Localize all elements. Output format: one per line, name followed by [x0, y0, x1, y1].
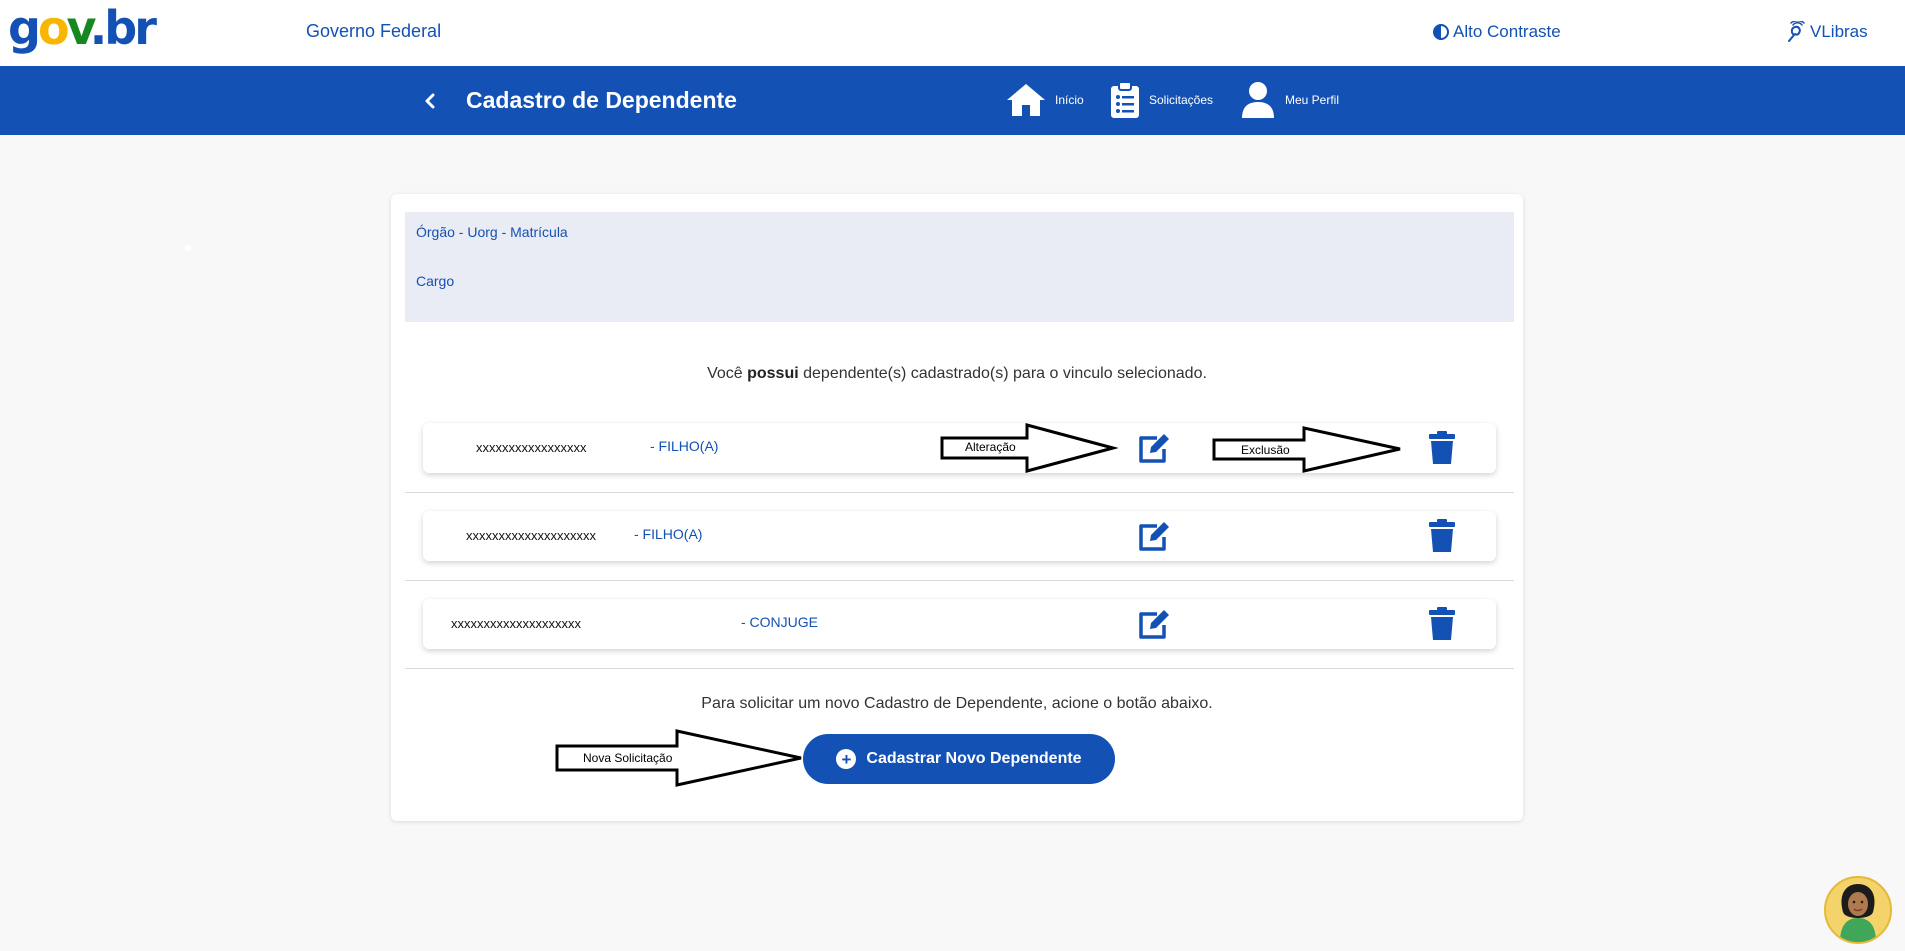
info-role-line: Cargo — [416, 273, 455, 289]
row-divider — [405, 492, 1514, 493]
delete-dependent-button[interactable] — [1423, 517, 1461, 555]
trash-icon — [1429, 607, 1455, 640]
govbr-logo[interactable]: gov.br — [8, 1, 157, 55]
edit-dependent-button[interactable] — [1135, 429, 1173, 467]
edit-dependent-button[interactable] — [1135, 605, 1173, 643]
dependent-relation: - FILHO(A) — [634, 526, 703, 542]
user-icon — [1242, 82, 1274, 118]
dependents-card: Órgão - Uorg - Matrícula Cargo Você poss… — [391, 194, 1523, 821]
home-icon — [1007, 84, 1045, 116]
high-contrast-toggle[interactable]: Alto Contraste — [1433, 22, 1561, 42]
site-name[interactable]: Governo Federal — [306, 21, 441, 42]
dependent-name: xxxxxxxxxxxxxxxxxxxx — [451, 616, 581, 631]
dependent-name: xxxxxxxxxxxxxxxxx — [476, 440, 587, 455]
dependent-row: xxxxxxxxxxxxxxxxxxxx - CONJUGE — [423, 599, 1496, 649]
dependent-relation: - FILHO(A) — [650, 438, 719, 454]
info-org-line: Órgão - Uorg - Matrícula — [416, 224, 568, 240]
edit-icon — [1139, 610, 1169, 639]
logo-letter-g: g — [8, 1, 41, 55]
contrast-icon — [1433, 24, 1449, 40]
message-bold: possui — [747, 365, 799, 382]
sign-language-icon — [1788, 21, 1805, 42]
employee-info-box: Órgão - Uorg - Matrícula Cargo — [405, 212, 1514, 322]
trash-icon — [1429, 519, 1455, 552]
back-button[interactable] — [420, 89, 440, 113]
vlibras-link[interactable]: VLibras — [1785, 21, 1868, 43]
annotation-edit-label: Alteração — [965, 440, 1016, 454]
high-contrast-label: Alto Contraste — [1453, 22, 1561, 41]
top-header: gov.br Governo Federal Alto Contraste VL… — [0, 0, 1905, 66]
nav-requests[interactable]: Solicitações — [1110, 80, 1213, 120]
clipboard-list-icon — [1111, 81, 1139, 118]
add-dependent-button[interactable]: + Cadastrar Novo Dependente — [803, 734, 1115, 784]
page-navbar: Cadastro de Dependente Início Solicitaçõ… — [0, 66, 1905, 135]
vlibras-label: VLibras — [1810, 22, 1868, 41]
vlibras-avatar-widget[interactable] — [1824, 876, 1892, 944]
delete-dependent-button[interactable] — [1423, 605, 1461, 643]
chevron-left-icon — [425, 93, 435, 109]
plus-circle-icon: + — [836, 749, 857, 769]
delete-dependent-button[interactable] — [1423, 429, 1461, 467]
nav-requests-label: Solicitações — [1149, 93, 1214, 107]
row-divider — [405, 580, 1514, 581]
annotation-delete-label: Exclusão — [1241, 443, 1290, 457]
edit-dependent-button[interactable] — [1135, 517, 1173, 555]
annotation-new-label: Nova Solicitação — [583, 751, 673, 765]
dependent-name: xxxxxxxxxxxxxxxxxxxx — [466, 528, 596, 543]
new-request-message: Para solicitar um novo Cadastro de Depen… — [701, 695, 1213, 712]
message-suffix: dependente(s) cadastrado(s) para o vincu… — [798, 365, 1207, 382]
nav-profile[interactable]: Meu Perfil — [1240, 80, 1339, 120]
row-divider — [405, 668, 1514, 669]
message-prefix: Você — [707, 365, 748, 382]
avatar-icon — [1840, 884, 1876, 942]
add-dependent-label: Cadastrar Novo Dependente — [866, 750, 1082, 767]
stray-mark — [185, 245, 191, 251]
dependent-relation: - CONJUGE — [741, 614, 818, 630]
trash-icon — [1429, 431, 1455, 464]
logo-dot: . — [89, 1, 108, 55]
dependents-status-message: Você possui dependente(s) cadastrado(s) … — [391, 365, 1523, 383]
dependent-row: xxxxxxxxxxxxxxxxxxxx - FILHO(A) — [423, 511, 1496, 561]
logo-letter-o: o — [37, 1, 70, 55]
nav-home[interactable]: Início — [1006, 80, 1084, 120]
nav-home-label: Início — [1055, 93, 1084, 107]
page-title: Cadastro de Dependente — [466, 87, 737, 113]
nav-profile-label: Meu Perfil — [1285, 93, 1340, 107]
logo-letter-v: v — [66, 1, 93, 55]
logo-letters-br: br — [104, 1, 157, 55]
edit-icon — [1139, 434, 1169, 463]
edit-icon — [1139, 522, 1169, 551]
